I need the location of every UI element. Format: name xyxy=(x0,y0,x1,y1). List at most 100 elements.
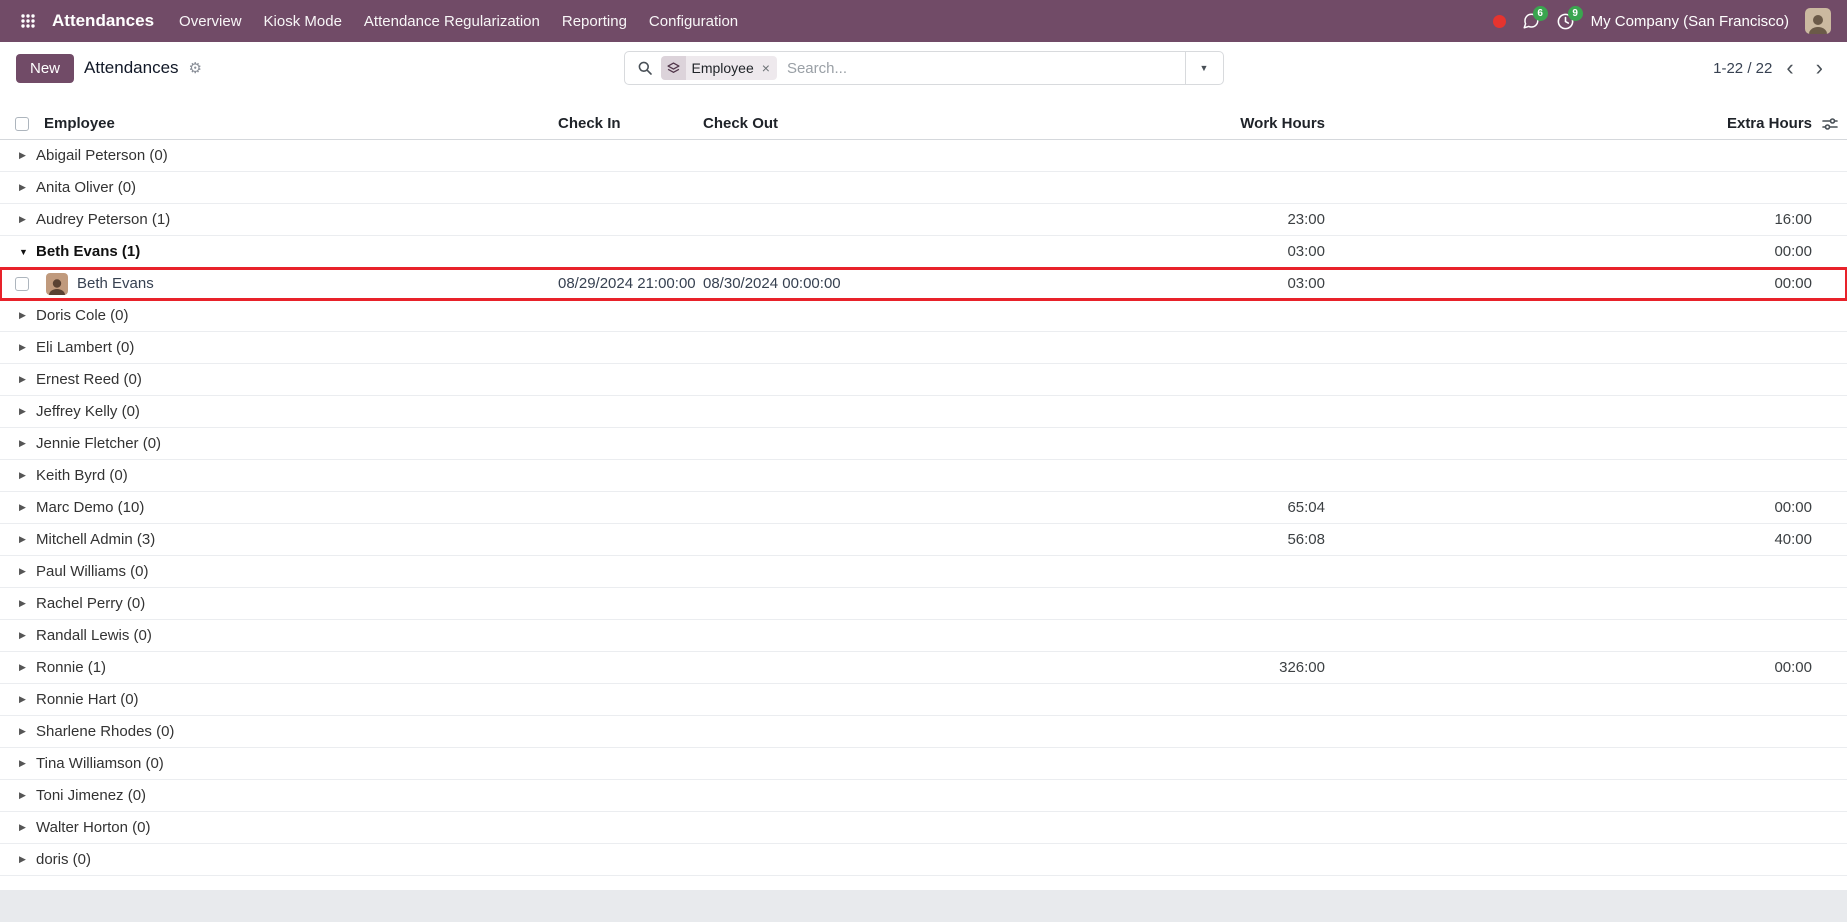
group-row[interactable]: ▶ Tina Williamson (0) xyxy=(0,748,1847,780)
column-header-check-out[interactable]: Check Out xyxy=(703,115,1125,132)
record-check-in: 08/29/2024 21:00:00 xyxy=(558,275,703,292)
group-caret-icon: ▶ xyxy=(19,150,34,161)
messages-badge: 6 xyxy=(1533,6,1548,21)
group-row[interactable]: ▶ Ronnie (1) 326:00 00:00 xyxy=(0,652,1847,684)
select-all-checkbox[interactable] xyxy=(15,117,29,131)
list-header-row: Employee Check In Check Out Work Hours E… xyxy=(0,108,1847,140)
group-row[interactable]: ▼ Beth Evans (1) 03:00 00:00 xyxy=(0,236,1847,268)
list-body: ▶ Abigail Peterson (0) ▶ Anita Oliver (0… xyxy=(0,140,1847,876)
search-input[interactable] xyxy=(777,60,1185,77)
column-header-check-in[interactable]: Check In xyxy=(558,115,703,132)
group-row[interactable]: ▶ Sharlene Rhodes (0) xyxy=(0,716,1847,748)
group-caret-icon: ▶ xyxy=(19,694,34,705)
notification-dot-icon[interactable] xyxy=(1493,15,1506,28)
group-row[interactable]: ▶ Paul Williams (0) xyxy=(0,556,1847,588)
activities-clock-icon[interactable]: 9 xyxy=(1556,12,1575,31)
search-facet-employee: Employee × xyxy=(661,56,777,80)
group-caret-icon: ▶ xyxy=(19,662,34,673)
action-gear-icon[interactable]: ⚙ xyxy=(189,61,202,76)
user-avatar[interactable] xyxy=(1805,8,1831,34)
group-caret-icon: ▼ xyxy=(19,247,34,257)
menu-item-overview[interactable]: Overview xyxy=(168,3,253,40)
group-work-hours: 03:00 xyxy=(1125,243,1325,260)
group-work-hours: 23:00 xyxy=(1125,211,1325,228)
column-header-extra-hours[interactable]: Extra Hours xyxy=(1325,115,1812,132)
search-bar: Employee × ▼ xyxy=(624,51,1224,85)
group-row[interactable]: ▶ Walter Horton (0) xyxy=(0,812,1847,844)
search-icon xyxy=(625,60,661,76)
row-checkbox[interactable] xyxy=(15,277,29,291)
group-caret-icon: ▶ xyxy=(19,534,34,545)
group-label: Marc Demo (10) xyxy=(36,499,144,516)
content-background xyxy=(0,890,1847,922)
group-caret-icon: ▶ xyxy=(19,758,34,769)
group-row[interactable]: ▶ Ernest Reed (0) xyxy=(0,364,1847,396)
group-label: Abigail Peterson (0) xyxy=(36,147,168,164)
menu-item-attendance-regularization[interactable]: Attendance Regularization xyxy=(353,3,551,40)
group-row[interactable]: ▶ Jennie Fletcher (0) xyxy=(0,428,1847,460)
record-work-hours: 03:00 xyxy=(1125,275,1325,292)
new-button[interactable]: New xyxy=(16,54,74,83)
pager-value[interactable]: 1-22 / 22 xyxy=(1713,60,1772,77)
group-extra-hours: 00:00 xyxy=(1325,499,1812,516)
group-row[interactable]: ▶ Keith Byrd (0) xyxy=(0,460,1847,492)
group-row[interactable]: ▶ Abigail Peterson (0) xyxy=(0,140,1847,172)
group-caret-icon: ▶ xyxy=(19,790,34,801)
group-caret-icon: ▶ xyxy=(19,854,34,865)
pager-previous-button[interactable]: ‹ xyxy=(1778,57,1801,79)
facet-remove-icon[interactable]: × xyxy=(760,60,777,76)
group-work-hours: 65:04 xyxy=(1125,499,1325,516)
group-extra-hours: 40:00 xyxy=(1325,531,1812,548)
menu-item-kiosk-mode[interactable]: Kiosk Mode xyxy=(253,3,353,40)
group-row[interactable]: ▶ Mitchell Admin (3) 56:08 40:00 xyxy=(0,524,1847,556)
app-title[interactable]: Attendances xyxy=(48,11,164,31)
group-row[interactable]: ▶ doris (0) xyxy=(0,844,1847,876)
group-row[interactable]: ▶ Jeffrey Kelly (0) xyxy=(0,396,1847,428)
column-header-work-hours[interactable]: Work Hours xyxy=(1125,115,1325,132)
attendance-list: Employee Check In Check Out Work Hours E… xyxy=(0,108,1847,876)
group-caret-icon: ▶ xyxy=(19,470,34,481)
messages-icon[interactable]: 6 xyxy=(1522,12,1540,30)
group-label: Beth Evans (1) xyxy=(36,243,140,260)
group-label: Anita Oliver (0) xyxy=(36,179,136,196)
group-label: Eli Lambert (0) xyxy=(36,339,134,356)
group-row[interactable]: ▶ Toni Jimenez (0) xyxy=(0,780,1847,812)
search-dropdown-toggle[interactable]: ▼ xyxy=(1185,52,1223,84)
breadcrumb-title: Attendances xyxy=(84,58,179,78)
group-row[interactable]: ▶ Anita Oliver (0) xyxy=(0,172,1847,204)
group-row[interactable]: ▶ Doris Cole (0) xyxy=(0,300,1847,332)
column-header-employee[interactable]: Employee xyxy=(44,115,558,132)
company-switcher[interactable]: My Company (San Francisco) xyxy=(1591,13,1789,30)
group-label: Jeffrey Kelly (0) xyxy=(36,403,140,420)
group-row[interactable]: ▶ Rachel Perry (0) xyxy=(0,588,1847,620)
group-label: Ronnie Hart (0) xyxy=(36,691,139,708)
group-caret-icon: ▶ xyxy=(19,214,34,225)
group-label: Doris Cole (0) xyxy=(36,307,129,324)
apps-grid-icon[interactable] xyxy=(12,7,44,35)
activities-badge: 9 xyxy=(1568,6,1583,21)
group-row[interactable]: ▶ Marc Demo (10) 65:04 00:00 xyxy=(0,492,1847,524)
group-extra-hours: 00:00 xyxy=(1325,659,1812,676)
group-label: Keith Byrd (0) xyxy=(36,467,128,484)
group-extra-hours: 00:00 xyxy=(1325,243,1812,260)
group-caret-icon: ▶ xyxy=(19,374,34,385)
control-panel: New Attendances ⚙ Employee × ▼ 1-22 xyxy=(0,42,1847,94)
group-work-hours: 56:08 xyxy=(1125,531,1325,548)
record-check-out: 08/30/2024 00:00:00 xyxy=(703,275,1125,292)
optional-columns-icon[interactable] xyxy=(1812,117,1847,131)
group-row[interactable]: ▶ Randall Lewis (0) xyxy=(0,620,1847,652)
group-row[interactable]: ▶ Eli Lambert (0) xyxy=(0,332,1847,364)
group-caret-icon: ▶ xyxy=(19,566,34,577)
group-row[interactable]: ▶ Ronnie Hart (0) xyxy=(0,684,1847,716)
group-caret-icon: ▶ xyxy=(19,726,34,737)
menu-item-configuration[interactable]: Configuration xyxy=(638,3,749,40)
attendance-record-row[interactable]: Beth Evans 08/29/2024 21:00:00 08/30/202… xyxy=(0,268,1847,300)
group-caret-icon: ▶ xyxy=(19,630,34,641)
group-row[interactable]: ▶ Audrey Peterson (1) 23:00 16:00 xyxy=(0,204,1847,236)
group-caret-icon: ▶ xyxy=(19,342,34,353)
group-caret-icon: ▶ xyxy=(19,822,34,833)
group-label: Ronnie (1) xyxy=(36,659,106,676)
pager-next-button[interactable]: › xyxy=(1808,57,1831,79)
group-caret-icon: ▶ xyxy=(19,598,34,609)
menu-item-reporting[interactable]: Reporting xyxy=(551,3,638,40)
